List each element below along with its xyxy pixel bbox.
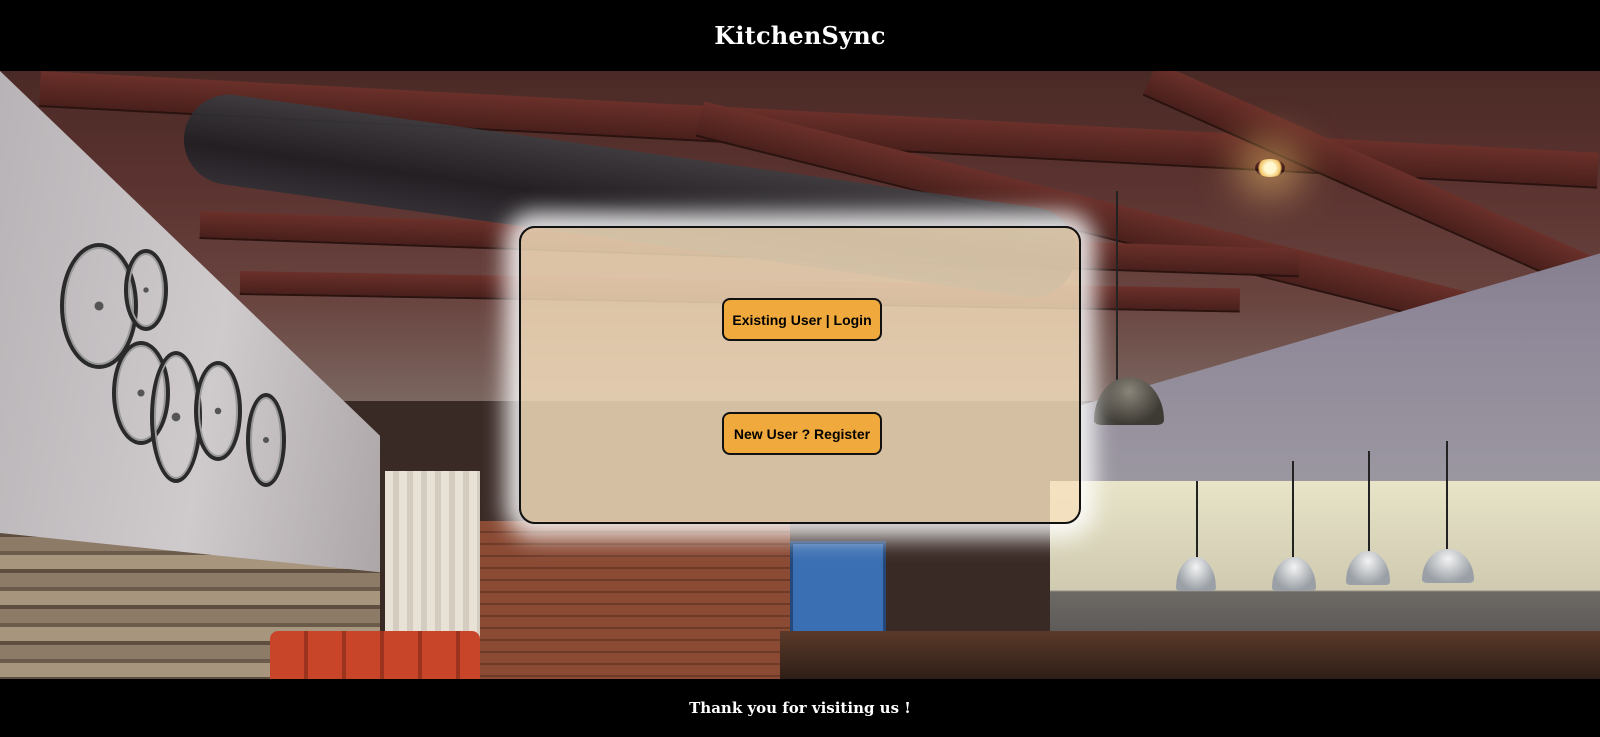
ceiling-light — [1255, 159, 1285, 177]
lamp-cord — [1292, 461, 1294, 561]
bicycle-wheel-decor — [194, 361, 242, 461]
auth-panel: Existing User | Login New User ? Registe… — [519, 226, 1081, 524]
lamp-cord — [1196, 481, 1198, 561]
bar-counter — [780, 631, 1600, 679]
red-booth — [270, 631, 480, 679]
bicycle-wheel-decor — [246, 393, 286, 487]
register-button[interactable]: New User ? Register — [722, 412, 882, 455]
login-button[interactable]: Existing User | Login — [722, 298, 882, 341]
site-title: KitchenSync — [714, 21, 886, 50]
footer-text: Thank you for visiting us ! — [689, 699, 911, 717]
lamp-cord — [1368, 451, 1370, 555]
lamp-cord — [1116, 191, 1118, 381]
site-footer: Thank you for visiting us ! — [0, 679, 1600, 737]
hero-background-image: Existing User | Login New User ? Registe… — [0, 71, 1600, 679]
brick-wall — [430, 521, 790, 679]
lamp-cord — [1446, 441, 1448, 551]
site-header: KitchenSync — [0, 0, 1600, 71]
bicycle-wheel-decor — [124, 249, 168, 331]
